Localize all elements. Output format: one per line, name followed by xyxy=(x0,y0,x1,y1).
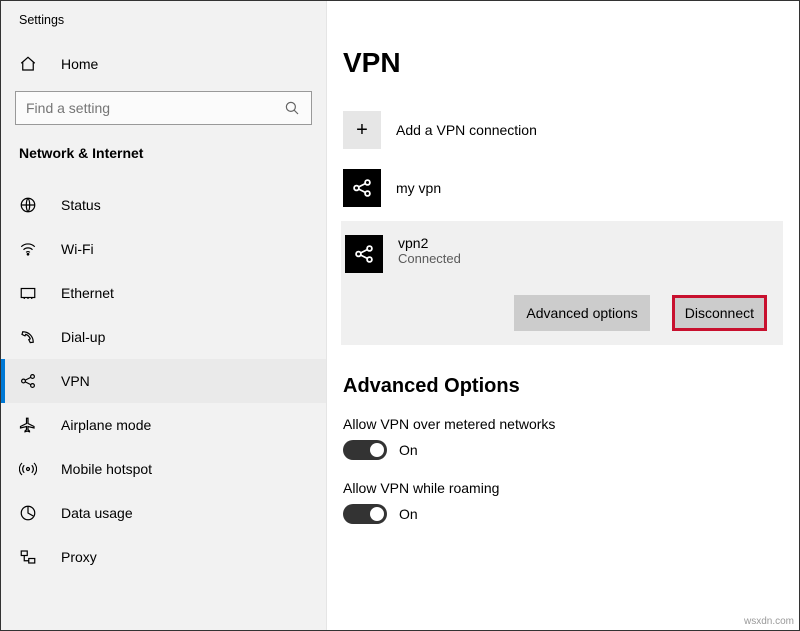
sidebar-nav: Status Wi-Fi Ethernet Dial-up xyxy=(1,183,326,579)
status-icon xyxy=(19,196,37,214)
advanced-options-button[interactable]: Advanced options xyxy=(514,295,649,331)
sidebar-item-status[interactable]: Status xyxy=(1,183,326,227)
sidebar-item-proxy[interactable]: Proxy xyxy=(1,535,326,579)
toggle-metered[interactable] xyxy=(343,440,387,460)
add-vpn-label: Add a VPN connection xyxy=(396,122,537,138)
add-vpn-button[interactable]: + Add a VPN connection xyxy=(343,105,783,163)
nav-label: Data usage xyxy=(61,505,133,521)
nav-label: Airplane mode xyxy=(61,417,151,433)
search-input[interactable] xyxy=(15,91,312,125)
nav-label: VPN xyxy=(61,373,90,389)
vpn-connection-icon xyxy=(343,169,381,207)
home-icon xyxy=(19,55,37,73)
sidebar: Settings Home Network & Internet Status xyxy=(1,1,327,630)
ethernet-icon xyxy=(19,284,37,302)
sidebar-item-datausage[interactable]: Data usage xyxy=(1,491,326,535)
vpn-icon xyxy=(19,372,37,390)
plus-icon: + xyxy=(343,111,381,149)
page-title: VPN xyxy=(343,47,783,79)
search-field[interactable] xyxy=(26,100,283,116)
vpn-connection-name: vpn2 xyxy=(398,235,461,251)
sidebar-home[interactable]: Home xyxy=(1,47,326,91)
sidebar-item-dialup[interactable]: Dial-up xyxy=(1,315,326,359)
proxy-icon xyxy=(19,548,37,566)
nav-label: Proxy xyxy=(61,549,97,565)
nav-label: Dial-up xyxy=(61,329,105,345)
opt-metered-label: Allow VPN over metered networks xyxy=(343,416,783,432)
vpn-connection-card-selected[interactable]: vpn2 Connected Advanced options Disconne… xyxy=(341,221,783,345)
toggle-roaming-state: On xyxy=(399,506,418,522)
nav-label: Status xyxy=(61,197,101,213)
nav-label: Wi-Fi xyxy=(61,241,94,257)
toggle-metered-state: On xyxy=(399,442,418,458)
wifi-icon xyxy=(19,240,37,258)
airplane-icon xyxy=(19,416,37,434)
watermark: wsxdn.com xyxy=(744,616,794,627)
dialup-icon xyxy=(19,328,37,346)
disconnect-highlight: Disconnect xyxy=(672,295,767,331)
main-pane: VPN + Add a VPN connection my vpn vpn2 C… xyxy=(327,1,799,630)
hotspot-icon xyxy=(19,460,37,478)
sidebar-item-hotspot[interactable]: Mobile hotspot xyxy=(1,447,326,491)
nav-label: Ethernet xyxy=(61,285,114,301)
vpn-connection-icon xyxy=(345,235,383,273)
search-icon xyxy=(283,99,301,117)
sidebar-item-airplane[interactable]: Airplane mode xyxy=(1,403,326,447)
vpn-connection-status: Connected xyxy=(398,251,461,266)
advanced-options-heading: Advanced Options xyxy=(343,375,783,398)
sidebar-section-label: Network & Internet xyxy=(1,143,326,183)
sidebar-item-ethernet[interactable]: Ethernet xyxy=(1,271,326,315)
vpn-connection-name: my vpn xyxy=(396,180,441,196)
sidebar-item-vpn[interactable]: VPN xyxy=(1,359,326,403)
vpn-connection-item[interactable]: my vpn xyxy=(343,163,783,221)
toggle-roaming[interactable] xyxy=(343,504,387,524)
opt-roaming-label: Allow VPN while roaming xyxy=(343,480,783,496)
data-usage-icon xyxy=(19,504,37,522)
sidebar-home-label: Home xyxy=(61,56,98,72)
sidebar-item-wifi[interactable]: Wi-Fi xyxy=(1,227,326,271)
nav-label: Mobile hotspot xyxy=(61,461,152,477)
window-title: Settings xyxy=(1,1,326,47)
disconnect-button[interactable]: Disconnect xyxy=(675,298,764,328)
